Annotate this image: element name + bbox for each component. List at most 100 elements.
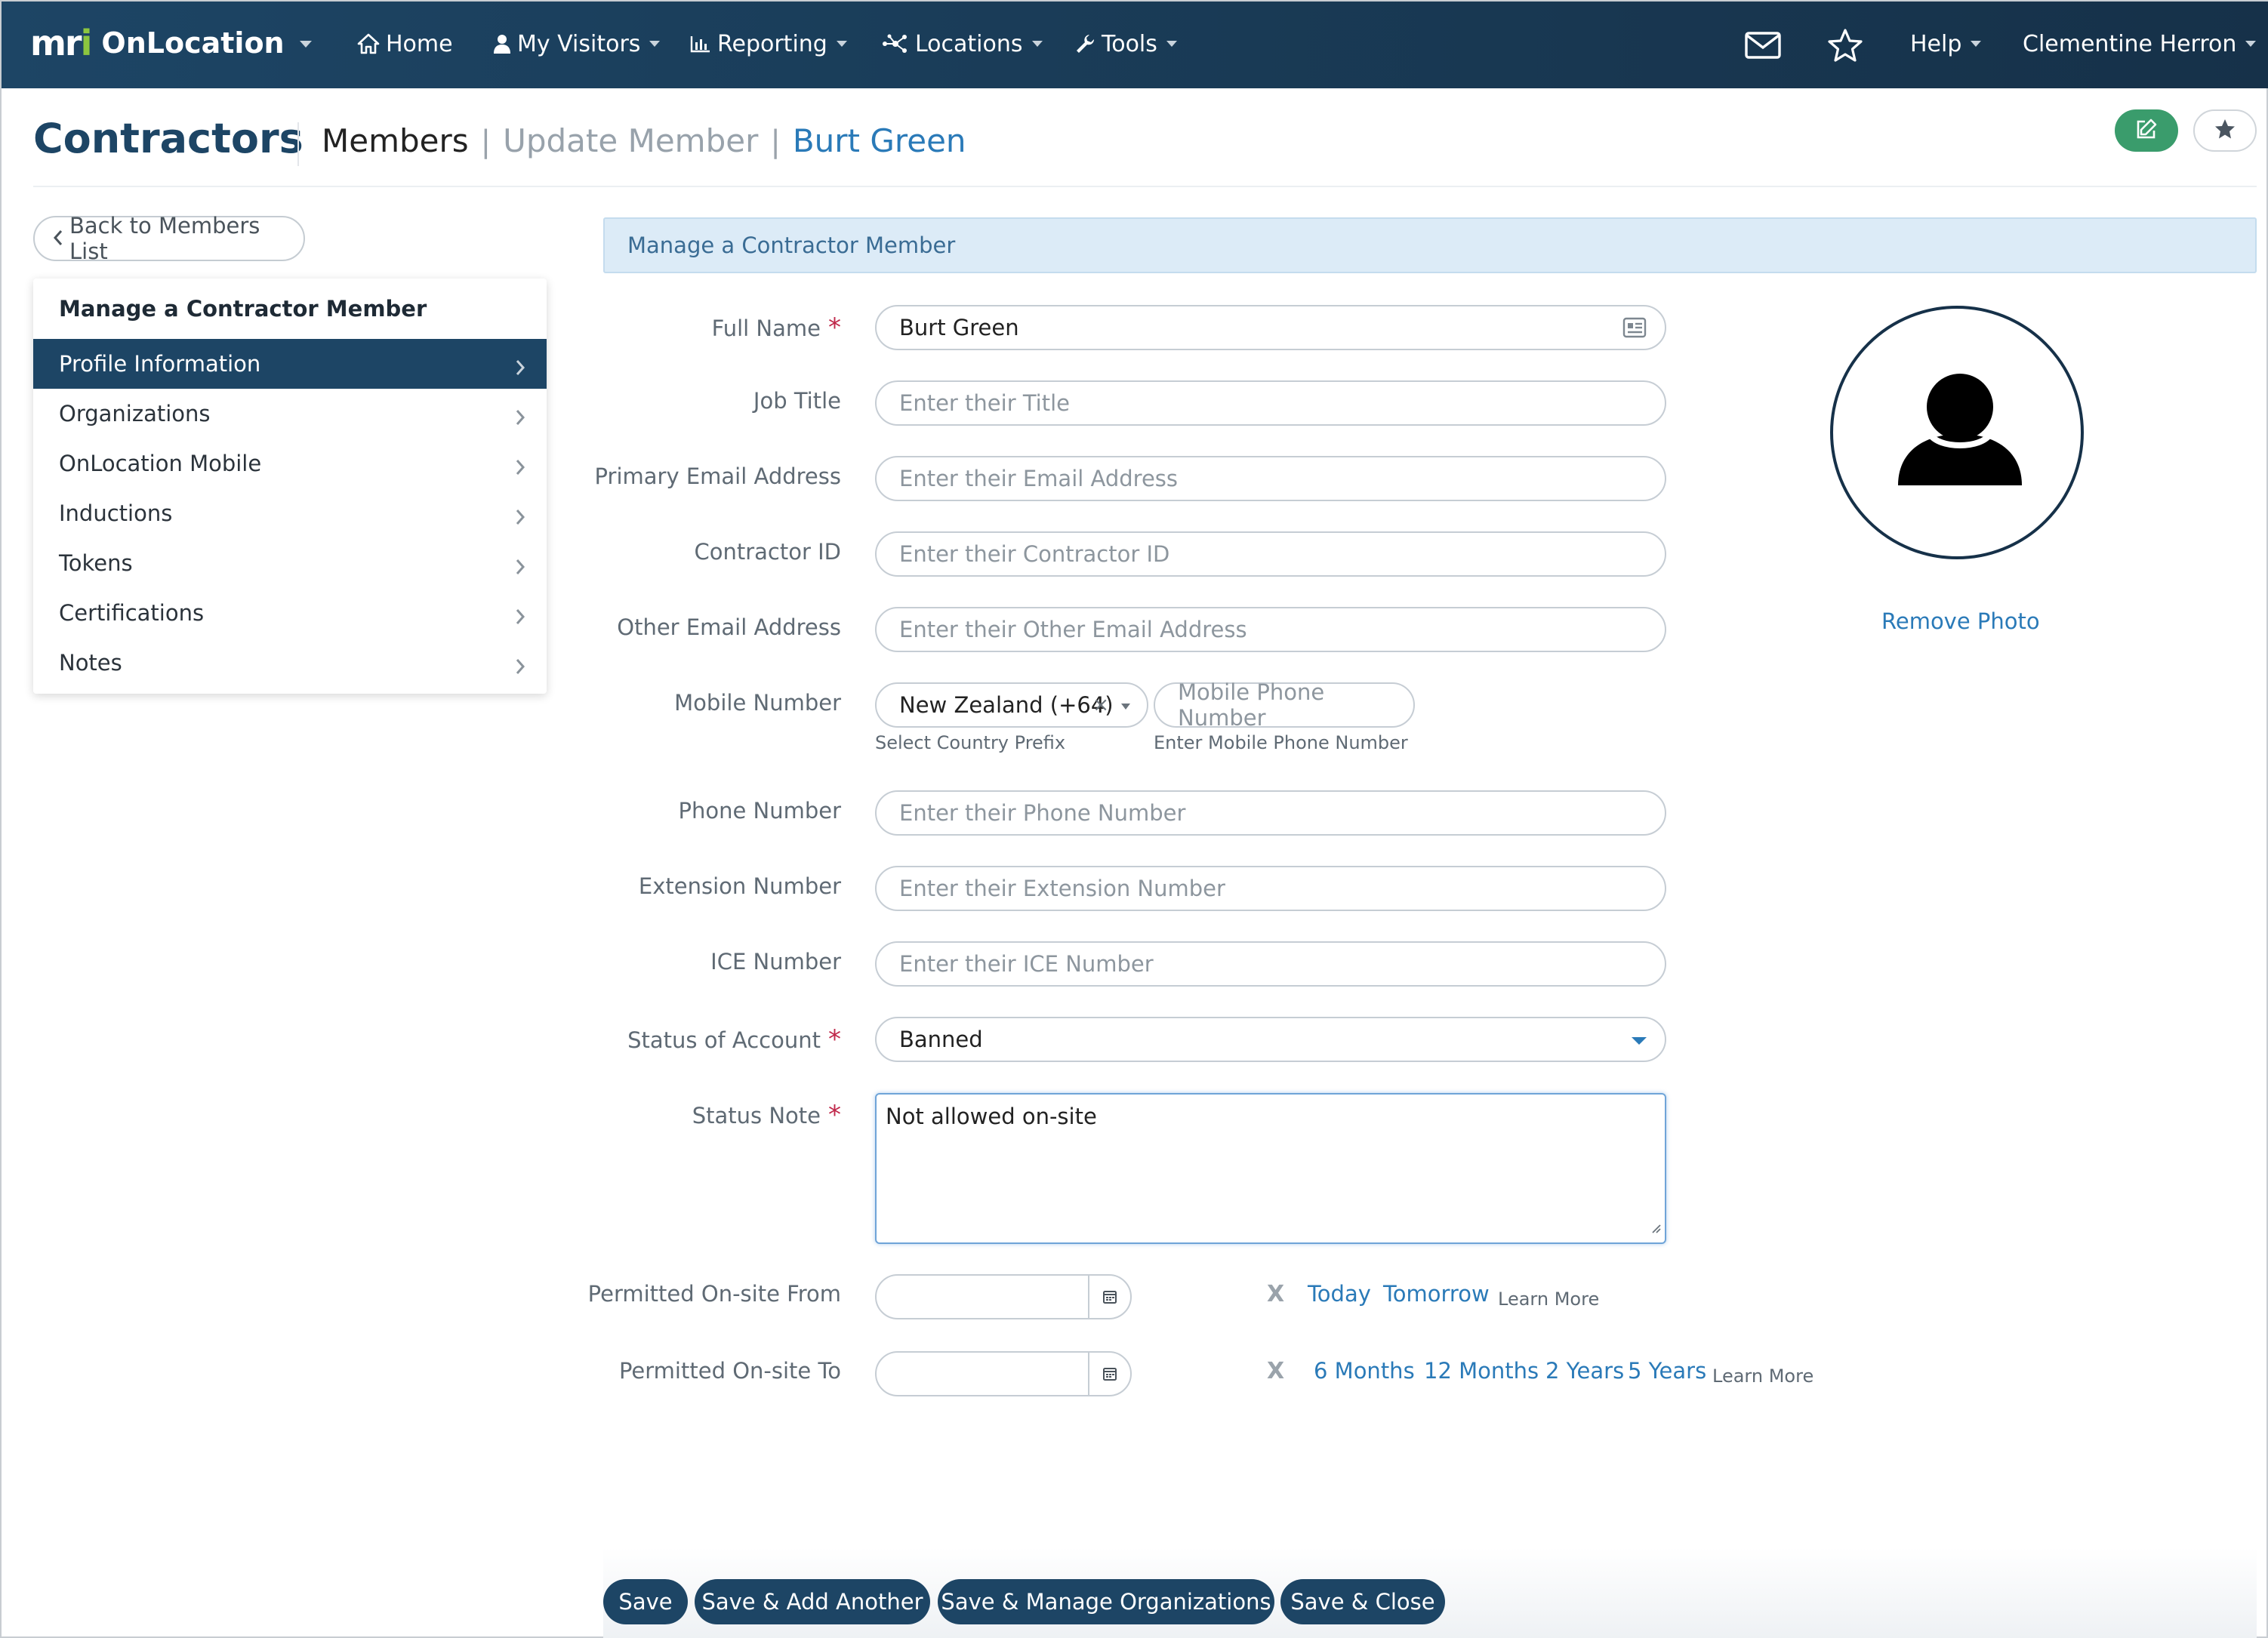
favorite-button[interactable] xyxy=(2193,109,2257,152)
breadcrumb: Members | Update Member | Burt Green xyxy=(322,122,966,159)
save-manage-organizations-button[interactable]: Save & Manage Organizations xyxy=(938,1579,1274,1624)
nav-help[interactable]: Help xyxy=(1910,27,1982,60)
save-add-another-button[interactable]: Save & Add Another xyxy=(695,1579,930,1624)
sidebar-heading: Manage a Contractor Member xyxy=(59,296,427,322)
nav-tools-label: Tools xyxy=(1102,30,1157,57)
sidebar-panel: Manage a Contractor Member Profile Infor… xyxy=(33,279,547,694)
sidebar-item-tokens[interactable]: Tokens xyxy=(33,538,547,588)
onsite-to-date-field[interactable] xyxy=(875,1351,1132,1396)
chevron-right-icon xyxy=(515,555,525,580)
ice-number-field[interactable]: Enter their ICE Number xyxy=(875,941,1666,987)
edit-button[interactable] xyxy=(2115,109,2178,152)
quick-date-6-months[interactable]: 6 Months xyxy=(1314,1358,1415,1384)
contact-card-icon[interactable] xyxy=(1622,317,1647,343)
phone-number-placeholder: Enter their Phone Number xyxy=(899,800,1186,826)
nav-user-menu[interactable]: Clementine Herron xyxy=(2023,27,2257,60)
brand-caret-icon[interactable] xyxy=(300,41,312,48)
nav-my-visitors-label: My Visitors xyxy=(517,30,641,57)
back-to-members-button[interactable]: Back to Members List xyxy=(33,213,305,264)
full-name-label: Full Name * xyxy=(711,313,841,343)
mobile-phone-field[interactable]: Mobile Phone Number xyxy=(1154,679,1415,731)
sidebar-item-onlocation-mobile[interactable]: OnLocation Mobile xyxy=(33,439,547,488)
required-marker: * xyxy=(828,1024,841,1055)
resize-handle-icon[interactable] xyxy=(1650,1214,1662,1239)
clear-icon[interactable]: × xyxy=(1092,694,1109,716)
user-name: Clementine Herron xyxy=(2023,30,2237,57)
profile-photo[interactable] xyxy=(1830,306,2084,559)
nav-tools[interactable]: Tools xyxy=(1074,27,1177,60)
learn-more-link[interactable]: Learn More xyxy=(1498,1289,1599,1310)
sidebar-item-organizations[interactable]: Organizations xyxy=(33,389,547,439)
quick-date-12-months[interactable]: 12 Months xyxy=(1424,1358,1539,1384)
brand[interactable]: mri OnLocation xyxy=(30,23,285,63)
header-rule xyxy=(33,186,2257,187)
chevron-down-icon xyxy=(1166,41,1177,47)
sidebar-item-inductions[interactable]: Inductions xyxy=(33,488,547,538)
sidebar-item-certifications[interactable]: Certifications xyxy=(33,588,547,638)
phone-number-field[interactable]: Enter their Phone Number xyxy=(875,790,1666,836)
nav-locations-label: Locations xyxy=(915,30,1023,57)
star-icon[interactable] xyxy=(1824,24,1866,66)
sidebar-item-notes[interactable]: Notes xyxy=(33,638,547,688)
nav-reporting-label: Reporting xyxy=(717,30,827,57)
nav-reporting[interactable]: Reporting xyxy=(690,27,847,60)
section-title-bar: Manage a Contractor Member xyxy=(603,217,2257,273)
remove-photo-link[interactable]: Remove Photo xyxy=(1881,608,2040,634)
phone-number-label: Phone Number xyxy=(678,798,841,824)
nav-home[interactable]: Home xyxy=(357,27,453,60)
learn-more-link[interactable]: Learn More xyxy=(1712,1366,1813,1387)
primary-email-placeholder: Enter their Email Address xyxy=(899,466,1179,491)
brand-name: OnLocation xyxy=(101,26,285,60)
primary-email-label: Primary Email Address xyxy=(594,463,841,489)
nav-help-label: Help xyxy=(1910,30,1962,57)
page-title: Contractors xyxy=(33,115,304,162)
quick-date-5-years[interactable]: 5 Years xyxy=(1628,1358,1706,1384)
sidebar-item-label: Organizations xyxy=(59,401,211,426)
sidebar-item-profile-information[interactable]: Profile Information xyxy=(33,339,547,389)
chevron-down-icon xyxy=(1121,704,1130,710)
status-of-account-select[interactable]: Banned xyxy=(875,1017,1666,1062)
other-email-field[interactable]: Enter their Other Email Address xyxy=(875,607,1666,652)
chevron-right-icon xyxy=(515,654,525,680)
quick-date-tomorrow[interactable]: Tomorrow xyxy=(1383,1281,1490,1307)
chevron-right-icon xyxy=(515,455,525,481)
save-close-button[interactable]: Save & Close xyxy=(1280,1579,1445,1624)
status-of-account-value: Banned xyxy=(899,1027,983,1052)
job-title-field[interactable]: Enter their Title xyxy=(875,380,1666,426)
primary-email-field[interactable]: Enter their Email Address xyxy=(875,456,1666,501)
header-divider xyxy=(297,122,299,166)
sidebar-item-label: Profile Information xyxy=(59,351,261,377)
status-note-value: Not allowed on-site xyxy=(886,1104,1097,1129)
clear-to-date-button[interactable]: X xyxy=(1267,1358,1284,1384)
other-email-placeholder: Enter their Other Email Address xyxy=(899,617,1247,642)
ice-number-label: ICE Number xyxy=(710,949,841,974)
full-name-field[interactable]: Burt Green xyxy=(875,305,1666,350)
onsite-from-date-field[interactable] xyxy=(875,1274,1132,1319)
chevron-right-icon xyxy=(515,505,525,531)
quick-date-2-years[interactable]: 2 Years xyxy=(1545,1358,1624,1384)
required-marker: * xyxy=(828,313,841,343)
status-note-textarea[interactable]: Not allowed on-site xyxy=(875,1093,1666,1244)
nav-my-visitors[interactable]: My Visitors xyxy=(493,27,661,60)
calendar-icon[interactable] xyxy=(1088,1353,1130,1395)
breadcrumb-members[interactable]: Members xyxy=(322,122,469,159)
extension-number-field[interactable]: Enter their Extension Number xyxy=(875,866,1666,911)
sidebar-item-label: Tokens xyxy=(59,550,133,576)
clear-from-date-button[interactable]: X xyxy=(1267,1281,1284,1307)
nav-locations[interactable]: Locations xyxy=(882,27,1043,60)
breadcrumb-member-name: Burt Green xyxy=(792,122,966,159)
quick-date-today[interactable]: Today xyxy=(1308,1281,1371,1307)
sidebar-item-label: OnLocation Mobile xyxy=(59,451,262,476)
breadcrumb-separator: | xyxy=(480,125,492,159)
save-button[interactable]: Save xyxy=(603,1579,688,1624)
contractor-id-field[interactable]: Enter their Contractor ID xyxy=(875,531,1666,577)
country-prefix-select[interactable]: New Zealand (+64) × xyxy=(875,682,1148,728)
mri-logo: mri xyxy=(30,23,92,63)
ice-number-placeholder: Enter their ICE Number xyxy=(899,951,1154,977)
chevron-down-icon xyxy=(1031,41,1043,47)
mobile-number-label: Mobile Number xyxy=(674,690,841,716)
envelope-icon[interactable] xyxy=(1742,24,1784,66)
status-note-label: Status Note * xyxy=(692,1100,841,1130)
extension-number-placeholder: Enter their Extension Number xyxy=(899,876,1225,901)
calendar-icon[interactable] xyxy=(1088,1276,1130,1318)
